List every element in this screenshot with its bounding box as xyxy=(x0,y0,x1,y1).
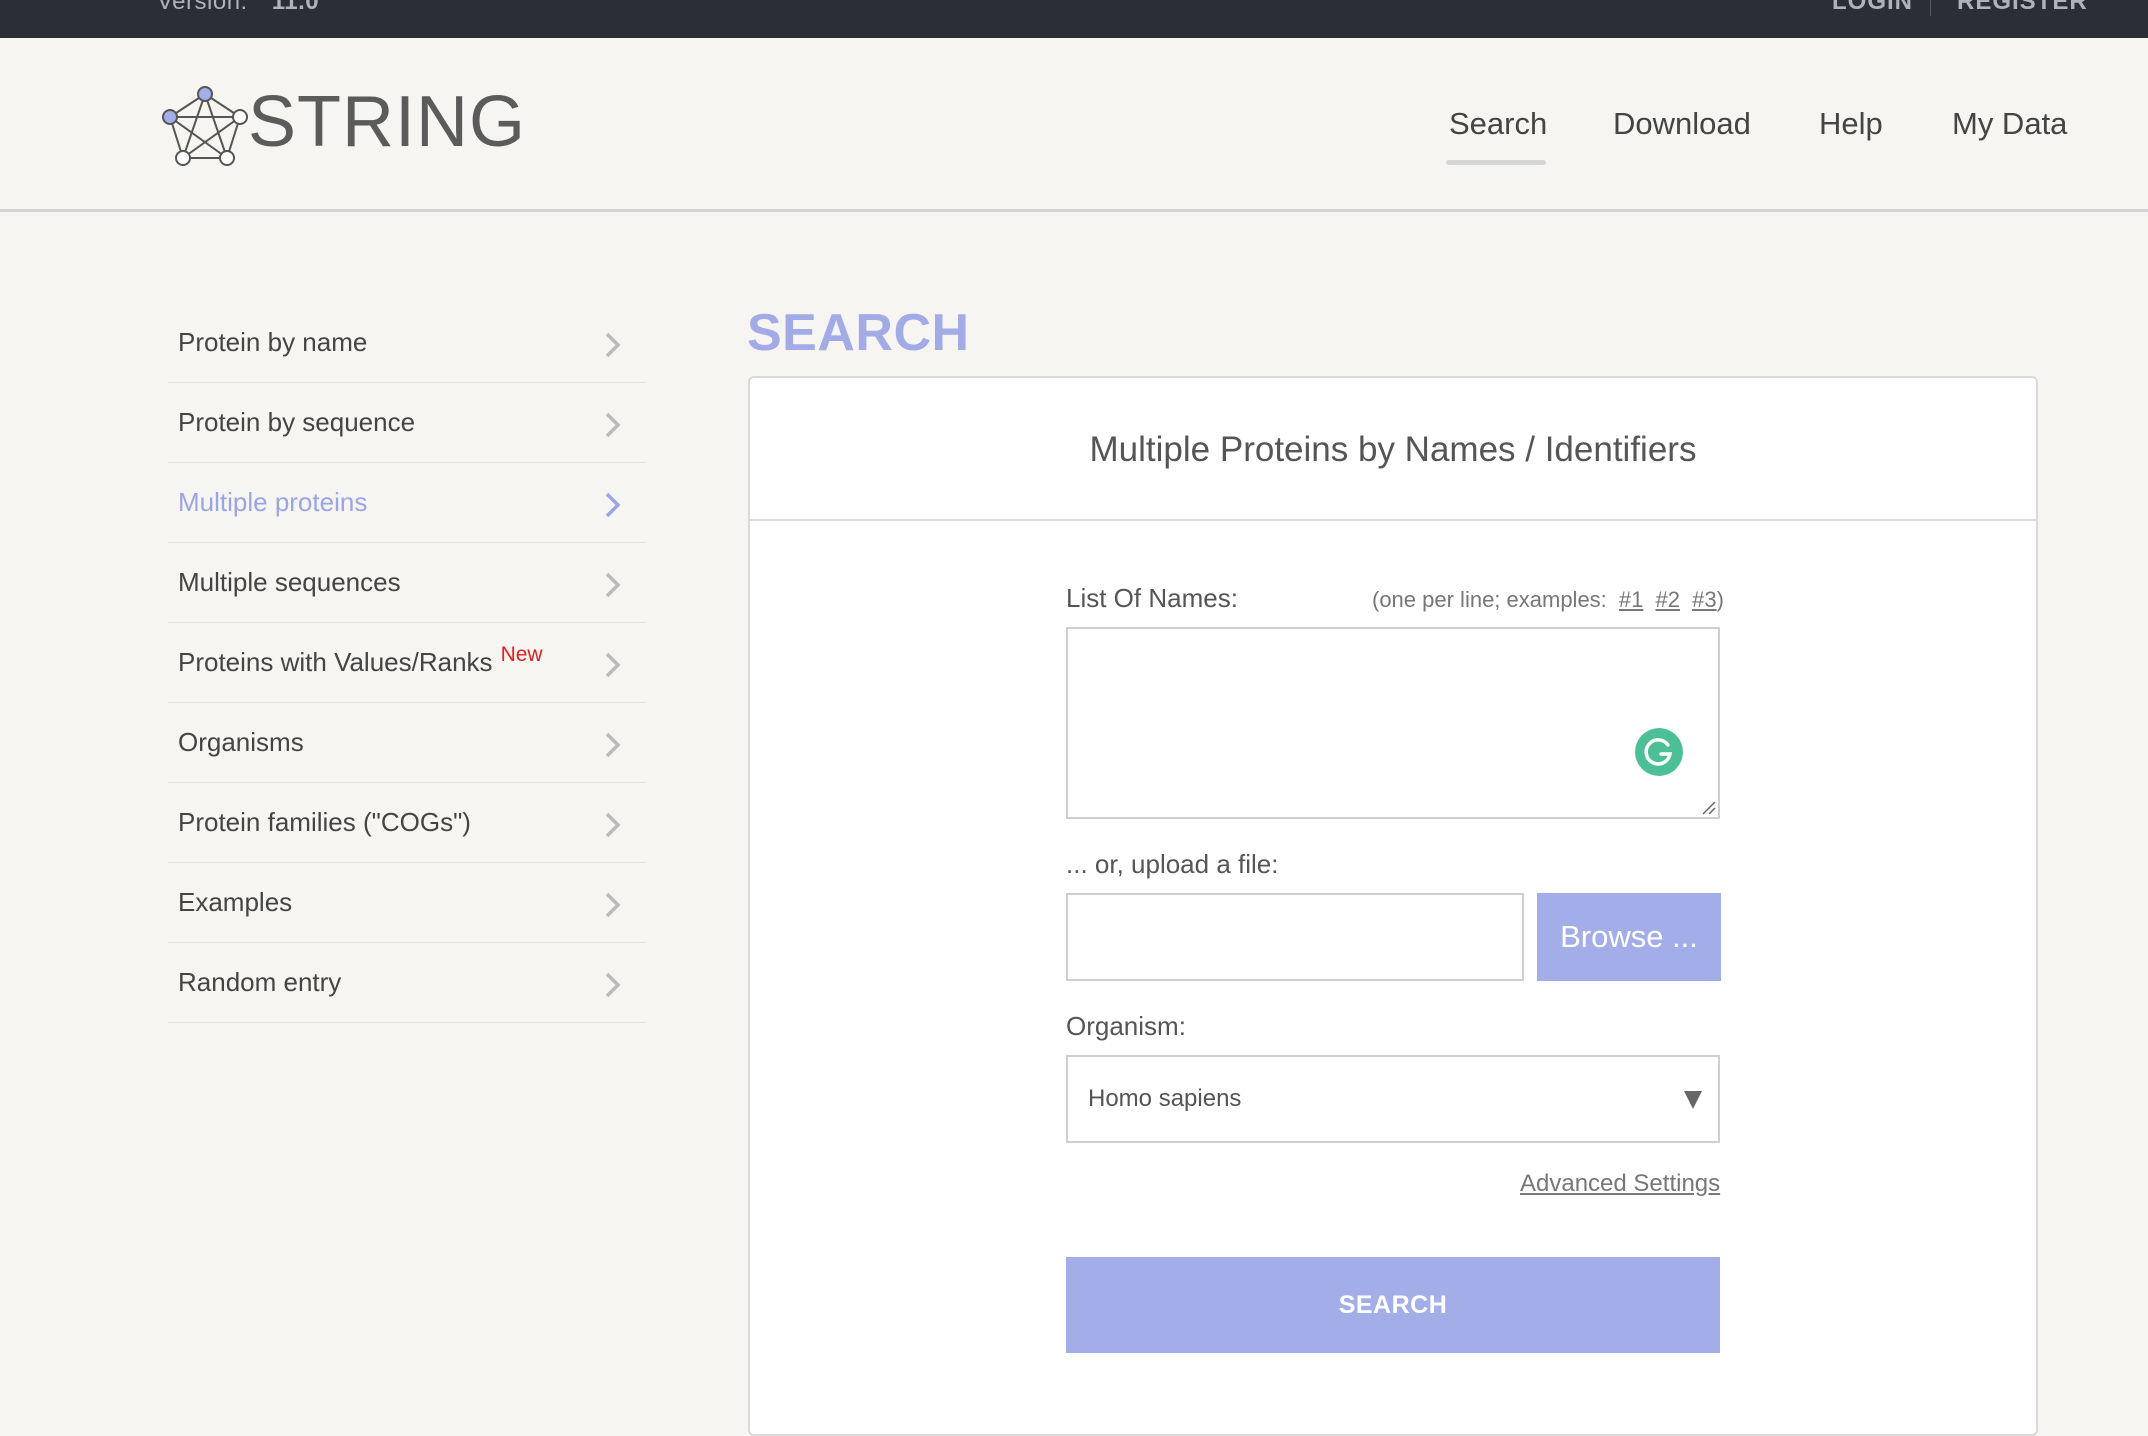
chevron-right-icon xyxy=(605,652,621,678)
sidebar-item-protein-by-sequence[interactable]: Protein by sequence xyxy=(168,383,646,463)
chevron-right-icon xyxy=(605,812,621,838)
chevron-right-icon xyxy=(605,972,621,998)
chevron-right-icon xyxy=(605,732,621,758)
advanced-settings-link[interactable]: Advanced Settings xyxy=(1520,1170,1720,1198)
chevron-right-icon xyxy=(605,572,621,598)
chevron-right-icon xyxy=(605,412,621,438)
search-type-sidebar: Protein by name Protein by sequence Mult… xyxy=(168,303,646,1023)
upload-file-label: ... or, upload a file: xyxy=(1066,849,1279,879)
nav-my-data[interactable]: My Data xyxy=(1952,106,2067,142)
login-link[interactable]: LOGIN xyxy=(1832,0,1913,16)
nav-active-indicator xyxy=(1446,160,1546,165)
new-badge: New xyxy=(500,643,543,666)
grammarly-icon[interactable] xyxy=(1635,728,1683,776)
search-submit-button[interactable]: SEARCH xyxy=(1066,1257,1720,1353)
search-panel: Multiple Proteins by Names / Identifiers… xyxy=(748,376,2038,1436)
sidebar-item-label: Random entry xyxy=(178,967,342,997)
organism-selected-value: Homo sapiens xyxy=(1088,1085,1242,1112)
sidebar-item-text: Proteins with Values/Ranks xyxy=(178,647,493,677)
list-of-names-label: List Of Names: xyxy=(1066,583,1238,613)
sidebar-item-label: Multiple proteins xyxy=(178,487,368,517)
sidebar-item-multiple-sequences[interactable]: Multiple sequences xyxy=(168,543,646,623)
panel-title: Multiple Proteins by Names / Identifiers xyxy=(1089,430,1697,469)
nav-help[interactable]: Help xyxy=(1819,106,1883,142)
chevron-right-icon xyxy=(605,492,621,518)
example-link-3[interactable]: #3 xyxy=(1692,587,1716,612)
sidebar-item-multiple-proteins[interactable]: Multiple proteins xyxy=(168,463,646,543)
logo-text[interactable]: STRING xyxy=(248,86,526,158)
dropdown-arrow-icon xyxy=(1684,1091,1702,1109)
hint-text: (one per line; examples: xyxy=(1372,587,1607,612)
version-value: 11.0 xyxy=(271,0,320,15)
chevron-right-icon xyxy=(605,332,621,358)
page-title: SEARCH xyxy=(747,304,970,362)
nav-search[interactable]: Search xyxy=(1449,106,1547,142)
example-link-1[interactable]: #1 xyxy=(1619,587,1643,612)
sidebar-item-label: Protein by name xyxy=(178,327,368,357)
organism-select[interactable]: Homo sapiens xyxy=(1066,1055,1720,1143)
hint-close: ) xyxy=(1716,587,1724,612)
site-header: STRING Search Download Help My Data xyxy=(0,38,2148,212)
string-logo-icon[interactable] xyxy=(160,84,250,168)
sidebar-item-label: Proteins with Values/Ranks New xyxy=(178,643,543,678)
version-label: Version: xyxy=(157,0,248,15)
resize-handle-icon[interactable] xyxy=(1700,799,1716,815)
sidebar-item-label: Protein by sequence xyxy=(178,407,416,437)
top-bar: Version: 11.0 LOGIN REGISTER xyxy=(0,0,2148,38)
chevron-right-icon xyxy=(605,892,621,918)
sidebar-item-organisms[interactable]: Organisms xyxy=(168,703,646,783)
sidebar-item-protein-families[interactable]: Protein families ("COGs") xyxy=(168,783,646,863)
browse-button[interactable]: Browse ... xyxy=(1537,893,1721,981)
file-path-input[interactable] xyxy=(1066,893,1524,981)
examples-hint: (one per line; examples: #1 #2 #3) xyxy=(1372,587,1724,613)
sidebar-item-label: Protein families ("COGs") xyxy=(178,807,471,837)
sidebar-item-label: Examples xyxy=(178,887,293,917)
topbar-divider xyxy=(1930,0,1931,16)
names-textarea[interactable] xyxy=(1066,627,1720,819)
sidebar-item-values-ranks[interactable]: Proteins with Values/Ranks New xyxy=(168,623,646,703)
sidebar-item-protein-by-name[interactable]: Protein by name xyxy=(168,303,646,383)
nav-download[interactable]: Download xyxy=(1613,106,1751,142)
version-info: Version: 11.0 xyxy=(157,0,319,16)
sidebar-item-examples[interactable]: Examples xyxy=(168,863,646,943)
organism-label: Organism: xyxy=(1066,1011,1186,1041)
sidebar-item-label: Multiple sequences xyxy=(178,567,401,597)
panel-header: Multiple Proteins by Names / Identifiers xyxy=(750,378,2036,521)
register-link[interactable]: REGISTER xyxy=(1957,0,2088,16)
example-link-2[interactable]: #2 xyxy=(1656,587,1680,612)
sidebar-item-label: Organisms xyxy=(178,727,304,757)
sidebar-item-random-entry[interactable]: Random entry xyxy=(168,943,646,1023)
